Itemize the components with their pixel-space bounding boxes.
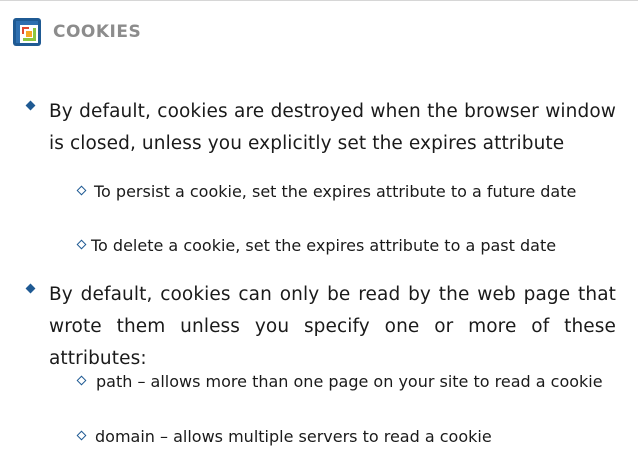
bullet-text: By default, cookies can only be read by … (49, 284, 616, 369)
filled-diamond-bullet-icon (25, 283, 36, 294)
sub-bullet-text: path – allows more than one page on your… (96, 372, 603, 391)
slide-content: By default, cookies are destroyed when t… (0, 0, 638, 469)
outline-diamond-bullet-icon (76, 185, 87, 196)
bullet-text: By default, cookies are destroyed when t… (49, 101, 616, 154)
outline-diamond-bullet-icon (76, 430, 87, 441)
sub-bullet-text: domain – allows multiple servers to read… (95, 427, 492, 446)
outline-diamond-bullet-icon (76, 375, 87, 386)
filled-diamond-bullet-icon (25, 100, 36, 111)
sub-bullet-text: To delete a cookie, set the expires attr… (91, 236, 557, 255)
outline-diamond-bullet-icon (76, 239, 87, 250)
sub-bullet-text: To persist a cookie, set the expires att… (94, 182, 577, 201)
